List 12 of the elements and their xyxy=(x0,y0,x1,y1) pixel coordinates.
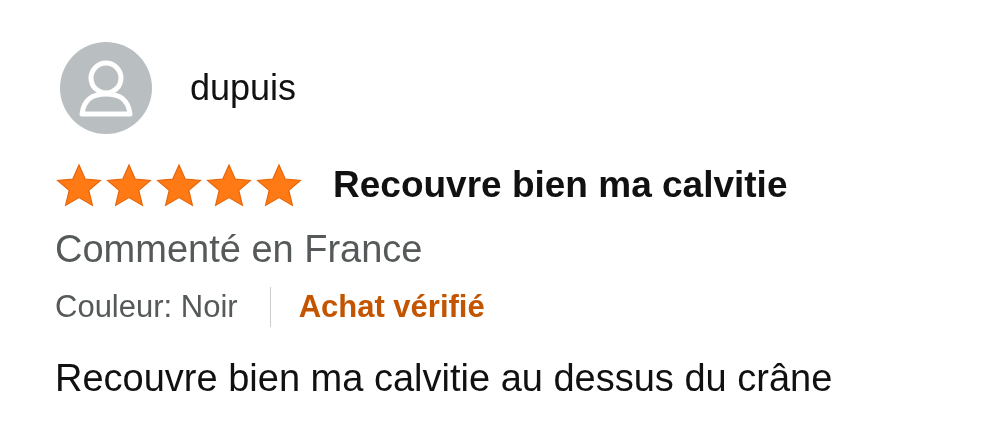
verified-purchase: Achat vérifié xyxy=(298,289,485,325)
star-icon xyxy=(255,162,303,208)
reviewer-name: dupuis xyxy=(190,67,297,109)
star-icon xyxy=(155,162,203,208)
star-icon xyxy=(55,162,103,208)
star-icon xyxy=(105,162,153,208)
avatar-icon xyxy=(60,42,152,134)
star-icon xyxy=(205,162,253,208)
product-variant: Couleur: Noir xyxy=(55,289,238,325)
review-origin: Commenté en France xyxy=(55,228,424,271)
review-text: Recouvre bien ma calvitie au dessus du crâne xyxy=(55,357,834,400)
review-title: Recouvre bien ma calvitie xyxy=(333,164,788,206)
